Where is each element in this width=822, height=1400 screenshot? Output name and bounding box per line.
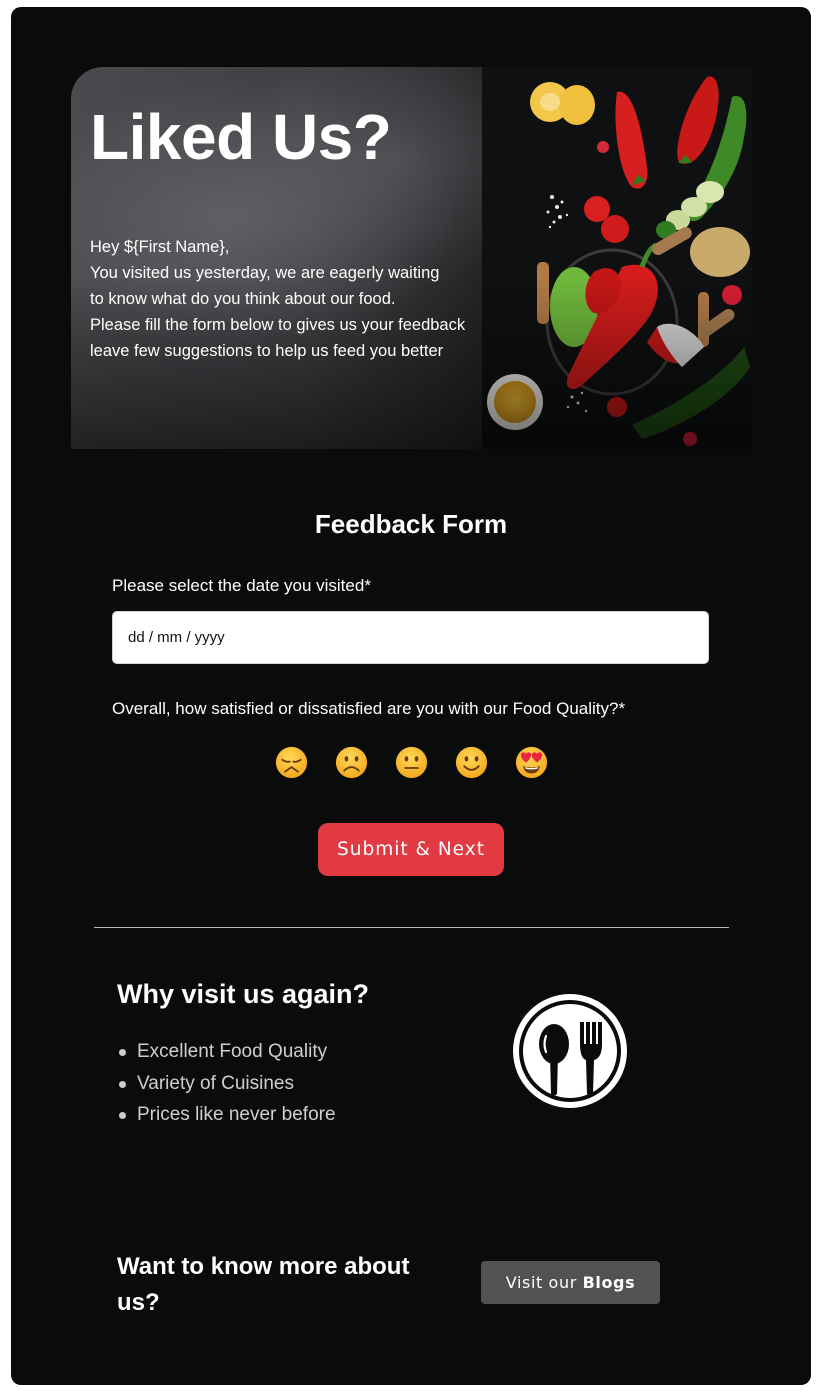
hero-greeting: Hey ${First Name},	[90, 238, 230, 256]
rating-options	[11, 746, 811, 779]
submit-next-button[interactable]: Submit & Next	[318, 823, 504, 876]
section-divider	[94, 927, 729, 928]
form-title: Feedback Form	[314, 509, 508, 539]
why-visit-title: Why visit us again?	[117, 979, 370, 1009]
list-item: Prices like never before	[117, 1099, 336, 1131]
hero-line: to know what do you think about our food…	[90, 290, 396, 308]
blogs-button-bold: Blogs	[582, 1273, 636, 1292]
hero-line: leave few suggestions to help us feed yo…	[90, 342, 444, 360]
blogs-button-prefix: Visit our	[505, 1273, 577, 1292]
slightly-frowning-face-icon[interactable]	[335, 746, 368, 779]
why-visit-list: Excellent Food Quality Variety of Cuisin…	[117, 1036, 336, 1131]
list-item: Variety of Cuisines	[117, 1068, 336, 1100]
hero-banner: Liked Us? Hey ${First Name}, You visited…	[71, 67, 752, 449]
visit-blogs-button[interactable]: Visit our Blogs	[481, 1261, 660, 1304]
list-item: Excellent Food Quality	[117, 1036, 336, 1068]
email-card: Liked Us? Hey ${First Name}, You visited…	[11, 7, 811, 1385]
cutlery-icon	[513, 994, 627, 1108]
more-about-us-title: Want to know more about us?	[117, 1253, 410, 1316]
date-label: Please select the date you visited*	[112, 576, 371, 595]
visit-date-input[interactable]	[112, 611, 709, 664]
hero-line: Please fill the form below to gives us y…	[90, 316, 466, 334]
disappointed-face-icon[interactable]	[275, 746, 308, 779]
slightly-smiling-face-icon[interactable]	[455, 746, 488, 779]
hero-title: Liked Us?	[90, 101, 392, 173]
hero-message: Hey ${First Name}, You visited us yester…	[90, 234, 465, 364]
neutral-face-icon[interactable]	[395, 746, 428, 779]
heart-eyes-face-icon[interactable]	[515, 746, 548, 779]
hero-line: You visited us yesterday, we are eagerly…	[90, 264, 440, 282]
rating-label: Overall, how satisfied or dissatisfied a…	[112, 699, 626, 718]
